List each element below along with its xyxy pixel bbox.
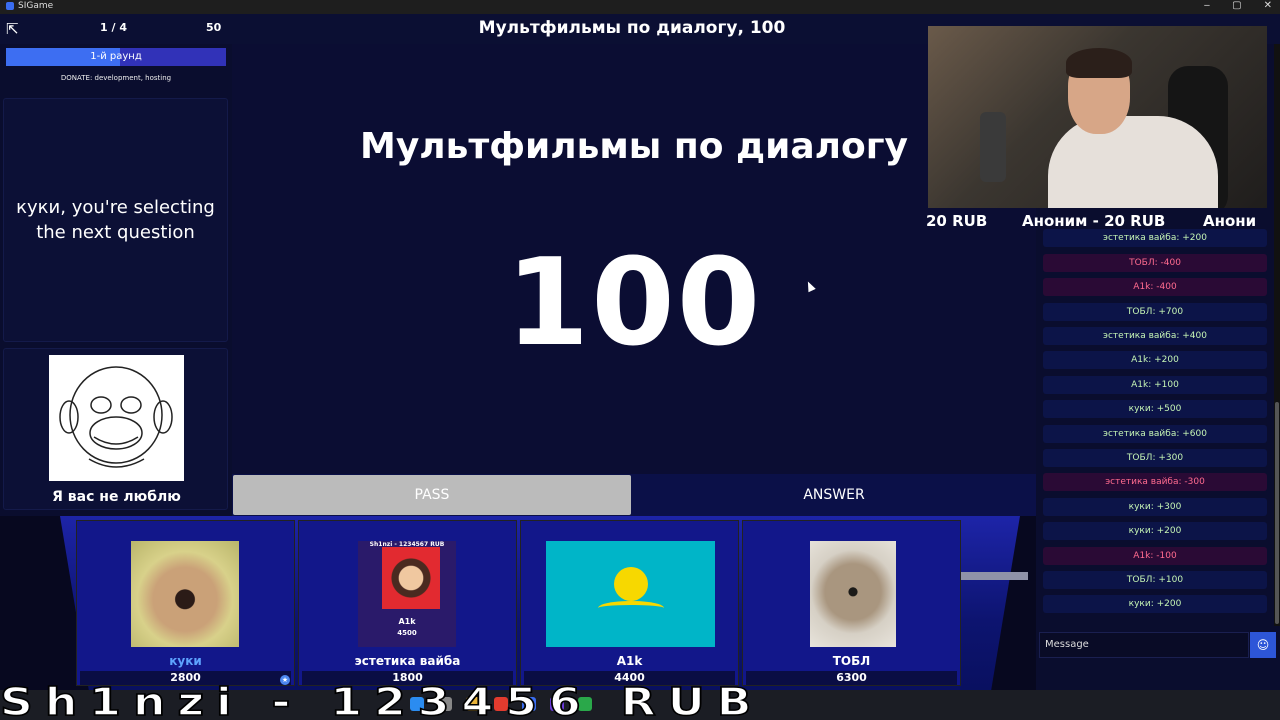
round-label: 1-й раунд (90, 51, 142, 62)
player-card[interactable]: ТОБЛ 6300 (742, 520, 961, 686)
player-card[interactable]: куки 2800 ★ (76, 520, 295, 686)
webcam-person-hair (1066, 48, 1132, 78)
player-avatar-flag (546, 541, 715, 647)
maximize-button[interactable]: ▢ (1232, 0, 1241, 11)
score-log-item: A1k: +100 (1043, 375, 1267, 394)
score-log-item: ТОБЛ: -400 (1043, 253, 1267, 272)
action-buttons: PASS ANSWER (232, 474, 1036, 516)
stage-rail (960, 572, 1028, 580)
showman-card: Я вас не люблю (3, 348, 228, 510)
app-title-text: SIGame (18, 1, 54, 11)
player-name: куки (169, 654, 202, 668)
stream-donation-overlay: Sh1nzi - 123456 RUB (0, 684, 764, 720)
player-name: ТОБЛ (832, 654, 871, 668)
showman-avatar (49, 355, 184, 481)
score-log-item: ТОБЛ: +700 (1043, 302, 1267, 321)
score-log-item: куки: +200 (1043, 595, 1267, 614)
score-log-item: A1k: +200 (1043, 351, 1267, 370)
score-log-item: эстетика вайба: +400 (1043, 327, 1267, 345)
answer-button[interactable]: ANSWER (634, 475, 1034, 515)
ticker-item: Анони (1203, 212, 1257, 230)
score-log-item: ТОБЛ: +100 (1043, 571, 1267, 589)
score-log-item: эстетика вайба: +600 (1043, 424, 1267, 443)
player-avatar (810, 541, 896, 647)
ticker-item: 20 RUB (926, 212, 988, 230)
player-score: 1800 (302, 671, 513, 685)
smile-icon[interactable]: ☺ (1250, 632, 1276, 658)
score-log-item: ТОБЛ: +300 (1043, 449, 1267, 467)
showman-sketch-icon (59, 366, 173, 468)
app-logo-icon (6, 2, 14, 10)
player-name: эстетика вайба (354, 654, 461, 668)
ticker-item: Аноним - 20 RUB (1022, 212, 1166, 230)
score-log-item: куки: +300 (1043, 497, 1267, 516)
score-log-item: A1k: -400 (1043, 278, 1267, 297)
score-log-scrollbar[interactable] (1274, 44, 1280, 626)
avatar-photo (382, 547, 440, 609)
message-input[interactable]: Message (1039, 632, 1249, 658)
player-card[interactable]: A1k 4400 (520, 520, 739, 686)
round-progress-bar: 1-й раунд (6, 48, 226, 66)
theme-price-title: Мультфильмы по диалогу, 100 (478, 18, 786, 38)
player-score: 2800 (80, 671, 291, 685)
window-controls: ‒ ▢ ✕ (1204, 0, 1272, 11)
flag-eagle-icon (598, 601, 664, 615)
minimize-button[interactable]: ‒ (1204, 0, 1210, 11)
top-score: 50 (206, 21, 222, 34)
webcam-overlay (928, 26, 1267, 208)
score-log-item: A1k: -100 (1043, 546, 1267, 565)
app-title: SIGame (6, 1, 53, 11)
showman-name: Я вас не люблю (52, 489, 181, 505)
question-price: 100 (505, 234, 763, 373)
score-log-item: куки: +500 (1043, 400, 1267, 419)
close-button[interactable]: ✕ (1264, 0, 1272, 11)
left-panel: 1-й раунд DONATE: development, hosting к… (0, 44, 232, 514)
score-log-item: эстетика вайба: -300 (1043, 473, 1267, 492)
player-score: 4400 (524, 671, 735, 685)
question-theme: Мультфильмы по диалогу (360, 126, 908, 167)
showman-message: куки, you're selecting the next question (3, 98, 228, 342)
donation-ticker: 20 RUB Аноним - 20 RUB Анони (926, 212, 1280, 234)
score-log: ТОБЛ: +300эстетика вайба: +200ТОБЛ: -400… (1036, 226, 1280, 626)
webcam-person-body (1048, 116, 1218, 208)
player-card[interactable]: Sh1nzi - 1234567 RUB A1k 4500 эстетика в… (298, 520, 517, 686)
flag-sun-icon (614, 567, 648, 601)
score-log-item: куки: +200 (1043, 522, 1267, 541)
webcam-microphone (980, 112, 1006, 182)
players-stage: куки 2800 ★ Sh1nzi - 1234567 RUB A1k 450… (0, 516, 1036, 690)
game-board: Мультфильмы по диалогу 100 (232, 44, 1036, 474)
player-score: 6300 (746, 671, 957, 685)
avatar-score-text: 4500 (397, 629, 417, 637)
chat-bar: Message ☺ (1036, 630, 1280, 660)
round-counter: 1 / 4 (100, 21, 127, 34)
scrollbar-thumb[interactable] (1275, 402, 1279, 624)
exit-icon[interactable]: ⇱ (6, 20, 24, 38)
pass-button[interactable]: PASS (233, 475, 631, 515)
showman-message-text: куки, you're selecting the next question (16, 197, 215, 243)
donate-link[interactable]: DONATE: development, hosting (6, 74, 226, 82)
player-avatar (131, 541, 239, 647)
player-name: A1k (616, 654, 643, 668)
player-avatar: Sh1nzi - 1234567 RUB A1k 4500 (358, 541, 456, 647)
window-titlebar: SIGame ‒ ▢ ✕ (0, 0, 1280, 14)
avatar-name-text: A1k (398, 617, 416, 626)
